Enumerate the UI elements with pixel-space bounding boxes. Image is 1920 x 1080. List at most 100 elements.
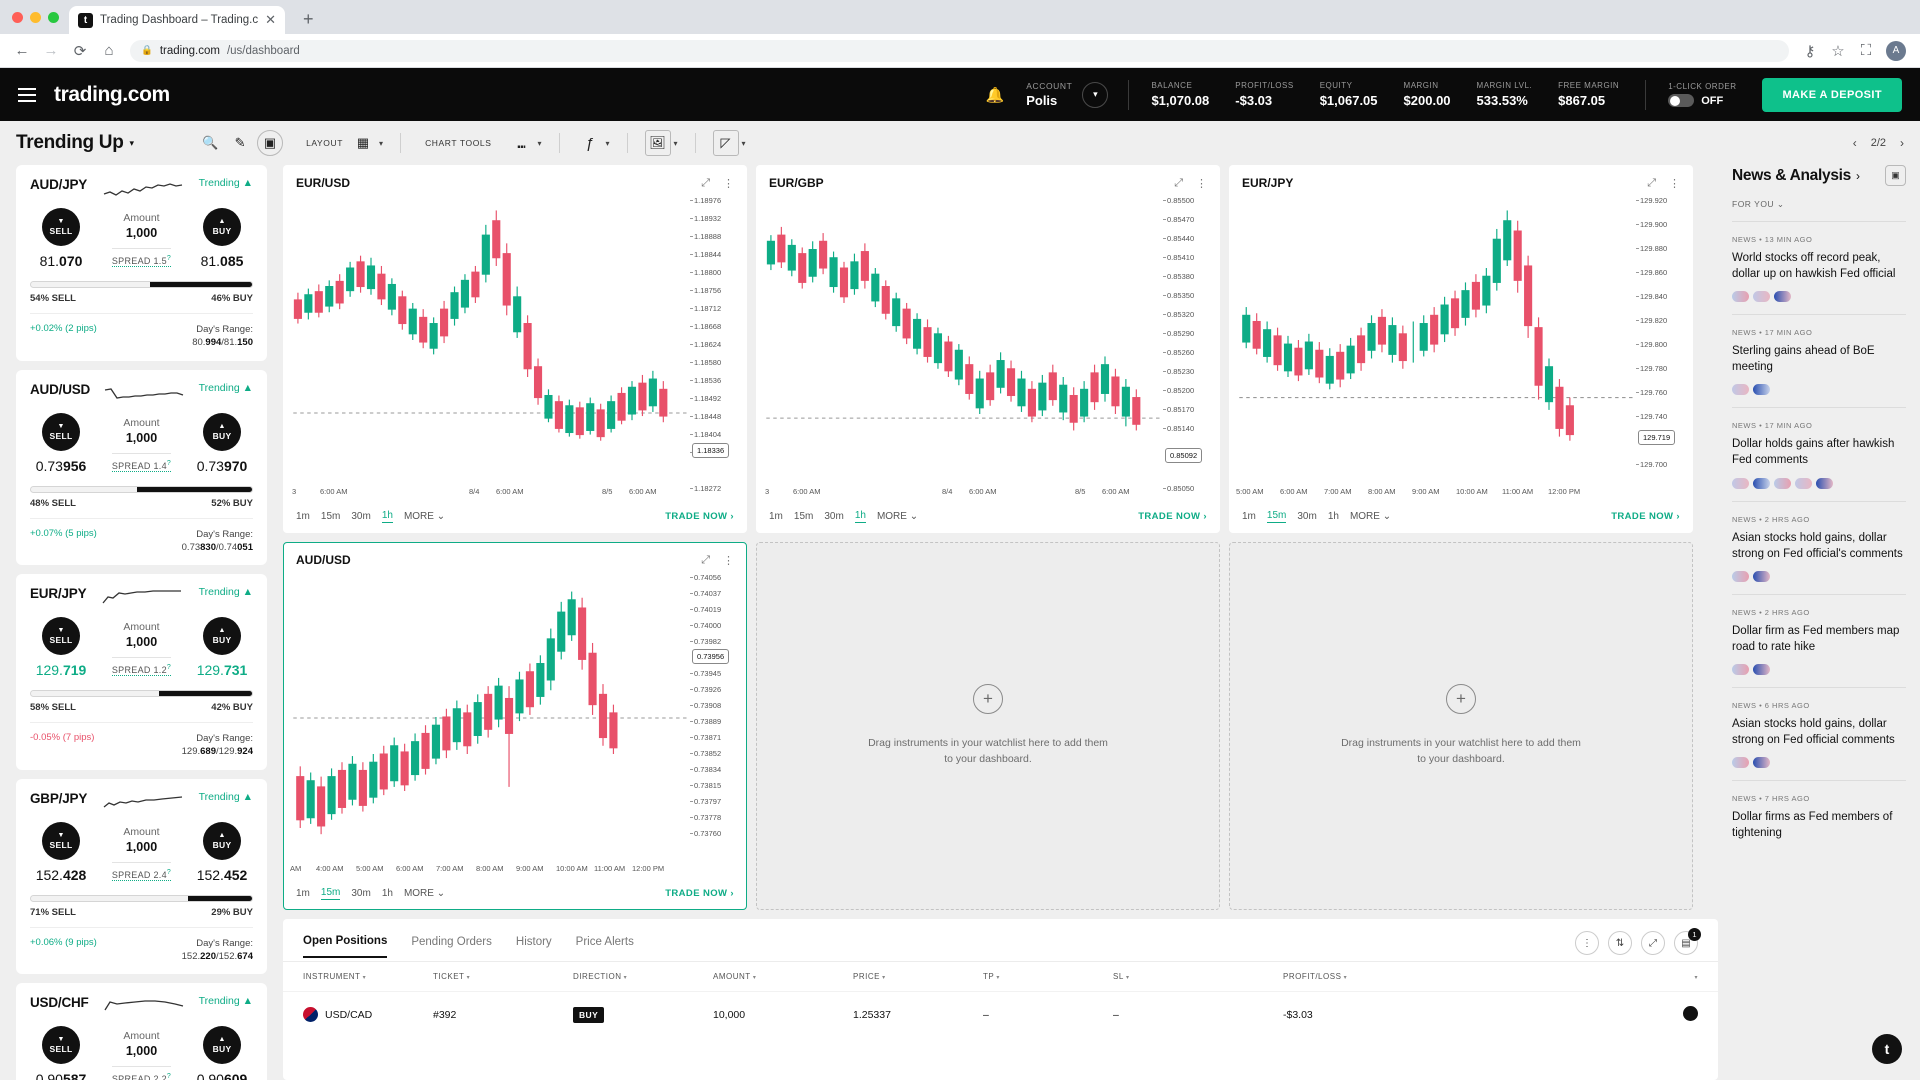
expand-icon[interactable]: ⤢: [701, 554, 710, 567]
sell-button[interactable]: ▼ SELL: [42, 412, 80, 451]
timeframe-1h[interactable]: 1h: [381, 510, 393, 523]
timeframe-1m[interactable]: 1m: [296, 511, 310, 522]
buy-button[interactable]: ▲ BUY: [203, 821, 241, 860]
more-timeframes[interactable]: MORE ⌄: [1350, 511, 1391, 522]
panel-icon[interactable]: ▣: [1885, 165, 1906, 186]
timeframe-15m[interactable]: 15m: [794, 511, 813, 522]
amount-value[interactable]: 1,000: [92, 226, 191, 240]
watchlist-card[interactable]: USD/CHF Trending ▲ ▼ SELL 0.90587 Amount…: [16, 983, 267, 1080]
close-position-icon[interactable]: [1683, 1005, 1698, 1021]
chart-drop-zone[interactable]: + Drag instruments in your watchlist her…: [756, 542, 1220, 910]
chevron-right-icon[interactable]: ›: [1856, 169, 1860, 183]
shape-icon[interactable]: ◸: [712, 130, 739, 156]
watchlist-card[interactable]: AUD/USD Trending ▲ ▼ SELL 0.73956 Amount…: [16, 369, 267, 566]
spread-info[interactable]: SPREAD 2.2?: [111, 1066, 172, 1080]
trade-now-button[interactable]: TRADE NOW ›: [1138, 511, 1207, 522]
chart-tools-label[interactable]: CHART TOOLS: [425, 138, 491, 148]
watchlist-card[interactable]: AUD/JPY Trending ▲ ▼ SELL 81.070 Amount …: [16, 165, 267, 361]
expand-icon[interactable]: ⤢: [1641, 931, 1665, 955]
news-item[interactable]: NEWS • 6 HRS AGO Asian stocks hold gains…: [1732, 688, 1906, 782]
puzzle-icon[interactable]: ⛶: [1858, 42, 1874, 59]
timeframe-1m[interactable]: 1m: [296, 888, 310, 899]
browser-tab[interactable]: t Trading Dashboard – Trading.c ✕: [69, 6, 286, 34]
search-icon[interactable]: 🔍: [197, 130, 223, 156]
profile-avatar[interactable]: A: [1886, 40, 1906, 61]
add-panel-icon[interactable]: ▣: [257, 130, 284, 156]
timeframe-30m[interactable]: 30m: [351, 888, 370, 899]
reload-icon[interactable]: ⟳: [72, 42, 88, 60]
indicator-control[interactable]: ⑉ ▾: [503, 130, 548, 156]
news-headline[interactable]: Dollar firms as Fed members of tightenin…: [1732, 809, 1906, 841]
timeframe-15m[interactable]: 15m: [320, 887, 341, 900]
amount-value[interactable]: 1,000: [92, 1044, 191, 1058]
address-bar[interactable]: 🔒 trading.com/us/dashboard: [130, 39, 1789, 62]
filter-icon[interactable]: ⇅: [1608, 931, 1632, 955]
col-tp[interactable]: TP: [983, 972, 1113, 981]
spread-info[interactable]: SPREAD 1.4?: [111, 452, 172, 472]
col-ticket[interactable]: TICKET: [433, 972, 573, 981]
sell-button[interactable]: ▼ SELL: [42, 1026, 80, 1065]
kebab-icon[interactable]: ⋮: [1669, 177, 1680, 190]
trade-now-button[interactable]: TRADE NOW ›: [1611, 511, 1680, 522]
minimize-window-button[interactable]: [30, 11, 41, 23]
news-item[interactable]: NEWS • 13 MIN AGO World stocks off recor…: [1732, 222, 1906, 316]
pencil-icon[interactable]: ✎: [227, 130, 253, 156]
chevron-down-icon[interactable]: ▾: [606, 139, 610, 148]
kebab-icon[interactable]: ⋮: [1196, 177, 1207, 190]
watchlist-card[interactable]: GBP/JPY Trending ▲ ▼ SELL 152.428 Amount…: [16, 778, 267, 975]
table-row[interactable]: USD/CAD #392 BUY 10,000 1.25337 – – -$3.…: [283, 991, 1718, 1037]
timeframe-30m[interactable]: 30m: [351, 511, 370, 522]
window-traffic-lights[interactable]: [10, 0, 69, 34]
more-timeframes[interactable]: MORE ⌄: [404, 888, 445, 899]
chart-panel-eurusd[interactable]: EUR/USD ⤢ ⋮ 1.18976 1.18932 1.18888 1.18…: [283, 165, 747, 533]
news-item[interactable]: NEWS • 17 MIN AGO Dollar holds gains aft…: [1732, 408, 1906, 502]
add-chart-icon[interactable]: +: [973, 684, 1003, 715]
indicator-icon[interactable]: ⑉: [509, 130, 535, 156]
news-item[interactable]: NEWS • 2 HRS AGO Asian stocks hold gains…: [1732, 502, 1906, 595]
maximize-window-button[interactable]: [48, 11, 59, 23]
chevron-down-icon[interactable]: ▾: [674, 139, 678, 148]
more-timeframes[interactable]: MORE ⌄: [877, 511, 918, 522]
tab-history[interactable]: History: [516, 936, 552, 957]
image-icon[interactable]: 🖼: [644, 130, 671, 156]
tab-open-positions[interactable]: Open Positions: [303, 935, 388, 958]
chart-drop-zone[interactable]: + Drag instruments in your watchlist her…: [1229, 542, 1693, 910]
timeframe-30m[interactable]: 30m: [824, 511, 843, 522]
more-timeframes[interactable]: MORE ⌄: [404, 511, 445, 522]
trade-now-button[interactable]: TRADE NOW ›: [665, 511, 734, 522]
chart-panel-eurgbp[interactable]: EUR/GBP ⤢ ⋮ 0.85500 0.85470 0.85440 0.85…: [756, 165, 1220, 533]
add-chart-icon[interactable]: +: [1446, 684, 1476, 715]
cell-close-position[interactable]: [1483, 1005, 1698, 1024]
new-tab-button[interactable]: +: [295, 9, 322, 34]
col-price[interactable]: PRICE: [853, 972, 983, 981]
news-item[interactable]: NEWS • 17 MIN AGO Sterling gains ahead o…: [1732, 315, 1906, 409]
layout-control[interactable]: LAYOUT ▦ ▾: [287, 130, 389, 156]
back-icon[interactable]: ←: [14, 42, 30, 59]
expand-icon[interactable]: ⤢: [1647, 177, 1656, 190]
watchlist-card[interactable]: EUR/JPY Trending ▲ ▼ SELL 129.719 Amount…: [16, 574, 267, 770]
col-profit-loss[interactable]: PROFIT/LOSS: [1283, 972, 1483, 981]
buy-button[interactable]: ▲ BUY: [203, 617, 241, 656]
timeframe-1h[interactable]: 1h: [1328, 511, 1339, 522]
image-control[interactable]: 🖼 ▾: [639, 130, 684, 156]
col-amount[interactable]: AMOUNT: [713, 972, 853, 981]
forward-icon[interactable]: →: [43, 42, 59, 59]
support-chat-button[interactable]: t: [1872, 1034, 1902, 1064]
amount-value[interactable]: 1,000: [92, 431, 191, 445]
col-sl[interactable]: SL: [1113, 972, 1283, 981]
news-headline[interactable]: Asian stocks hold gains, dollar strong o…: [1732, 716, 1906, 748]
star-icon[interactable]: ☆: [1830, 42, 1846, 60]
news-item[interactable]: NEWS • 2 HRS AGO Dollar firm as Fed memb…: [1732, 595, 1906, 688]
key-icon[interactable]: ⚷: [1802, 42, 1818, 60]
news-filter[interactable]: FOR YOU ⌄: [1732, 199, 1906, 222]
timeframe-15m[interactable]: 15m: [321, 511, 340, 522]
hamburger-icon[interactable]: [18, 87, 36, 102]
timeframe-1h[interactable]: 1h: [382, 888, 393, 899]
bell-icon[interactable]: 🔔: [986, 86, 1005, 104]
chevron-down-icon[interactable]: ▾: [742, 139, 746, 148]
tab-pending-orders[interactable]: Pending Orders: [411, 936, 492, 957]
spread-info[interactable]: SPREAD 1.5?: [111, 248, 172, 267]
col-direction[interactable]: DIRECTION: [573, 972, 713, 981]
chevron-down-icon[interactable]: ▾: [379, 139, 383, 148]
news-item[interactable]: NEWS • 7 HRS AGO Dollar firms as Fed mem…: [1732, 781, 1906, 853]
